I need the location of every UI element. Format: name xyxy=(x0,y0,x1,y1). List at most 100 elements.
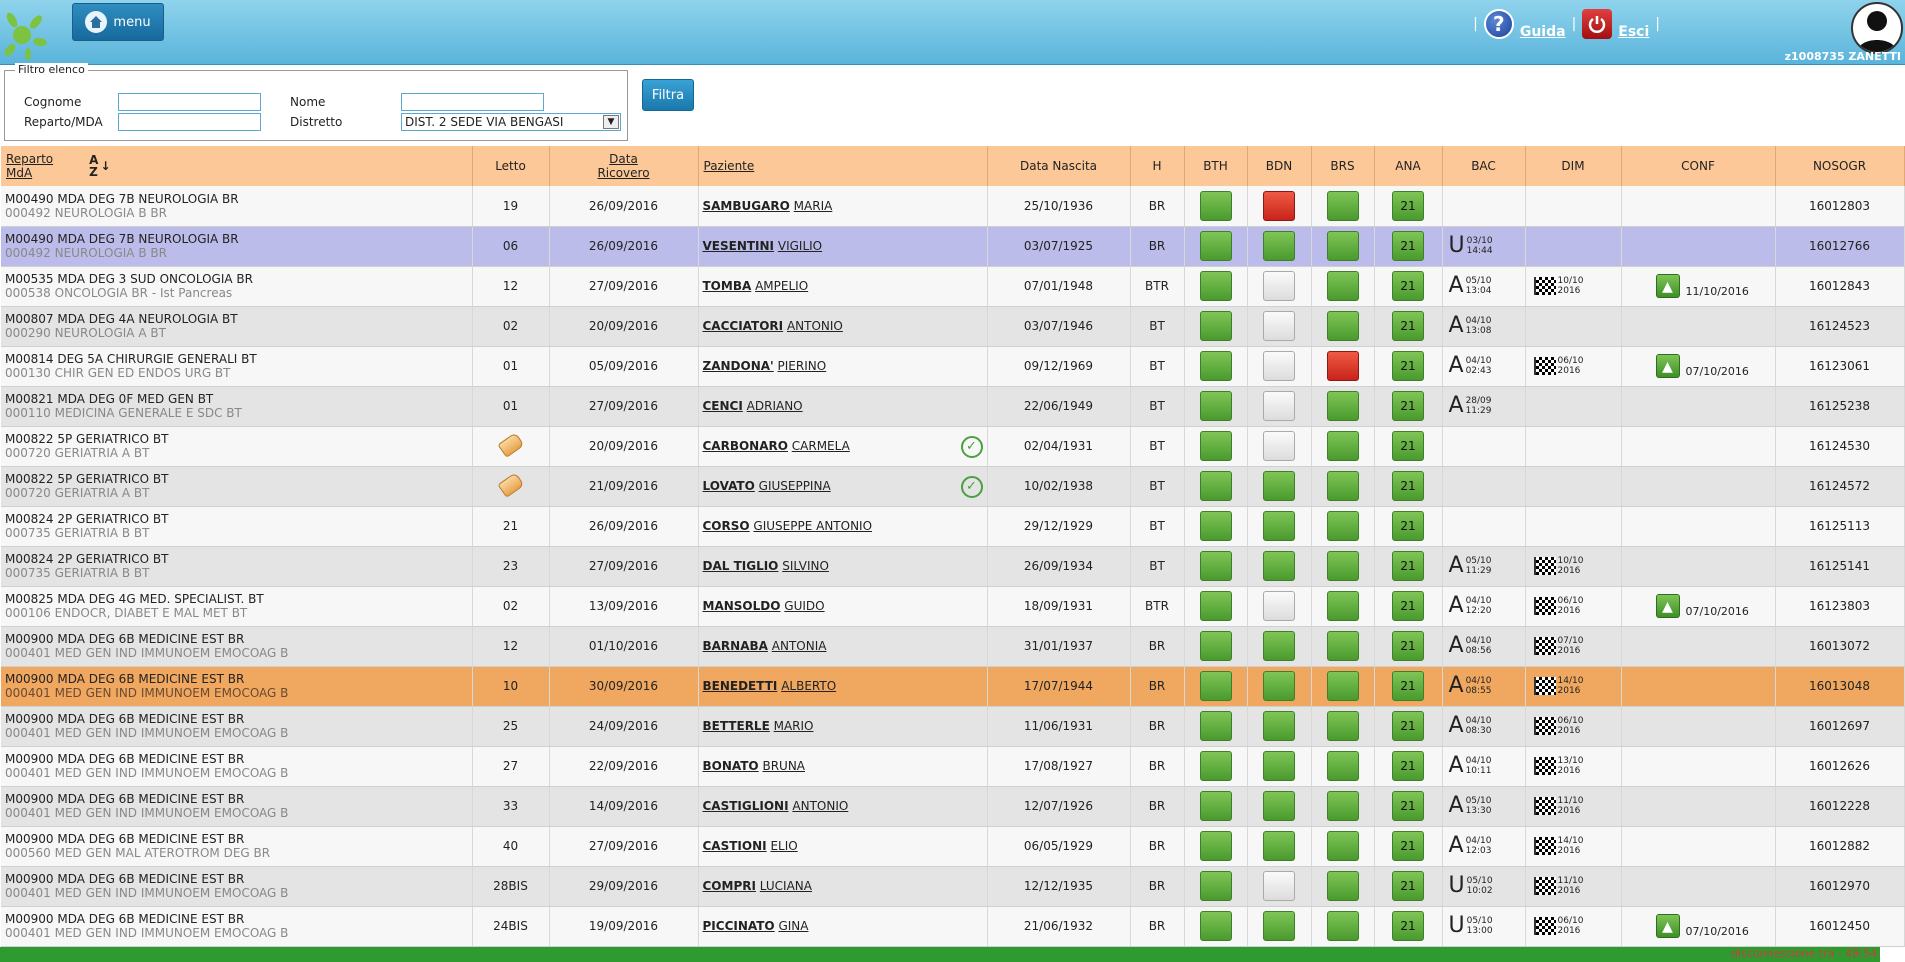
bdn-status-icon[interactable] xyxy=(1263,231,1295,261)
patient-surname-link[interactable]: CASTIONI xyxy=(703,839,767,853)
thumbs-up-icon[interactable]: ▲ xyxy=(1655,594,1680,618)
patient-surname-link[interactable]: CASTIGLIONI xyxy=(703,799,789,813)
brs-status-icon[interactable] xyxy=(1326,311,1359,341)
table-row[interactable]: M00824 2P GERIATRICO BT 000735 GERIATRIA… xyxy=(1,546,1905,587)
brs-status-icon[interactable] xyxy=(1326,591,1359,621)
table-row[interactable]: M00900 MDA DEG 6B MEDICINE EST BR 000401… xyxy=(1,786,1905,827)
patient-name-link[interactable]: BRUNA xyxy=(762,759,805,773)
paziente-cell[interactable]: PICCINATO GINA xyxy=(698,906,988,947)
table-row[interactable]: M00822 5P GERIATRICO BT 000720 GERIATRIA… xyxy=(1,426,1905,467)
bth-status-icon[interactable] xyxy=(1199,511,1232,541)
paziente-cell[interactable]: TOMBA AMPELIO xyxy=(698,266,988,307)
col-data-ricovero[interactable]: Data Ricovero xyxy=(549,146,699,186)
patient-surname-link[interactable]: CORSO xyxy=(703,519,750,533)
table-row[interactable]: M00814 DEG 5A CHIRURGIE GENERALI BT 0001… xyxy=(1,346,1905,387)
table-row[interactable]: M00822 5P GERIATRICO BT 000720 GERIATRIA… xyxy=(1,466,1905,507)
col-paziente[interactable]: Paziente xyxy=(698,146,988,186)
ana-badge[interactable]: 21 xyxy=(1392,671,1424,701)
bth-status-icon[interactable] xyxy=(1199,831,1232,861)
paziente-cell[interactable]: BETTERLE MARIO xyxy=(698,706,988,747)
paziente-cell[interactable]: DAL TIGLIO SILVINO xyxy=(698,546,988,587)
table-row[interactable]: M00900 MDA DEG 6B MEDICINE EST BR 000401… xyxy=(1,666,1905,707)
reparto-input[interactable] xyxy=(118,113,261,131)
table-row[interactable]: M00900 MDA DEG 6B MEDICINE EST BR 000560… xyxy=(1,826,1905,867)
paziente-cell[interactable]: BARNABA ANTONIA xyxy=(698,626,988,667)
patient-name-link[interactable]: GUIDO xyxy=(784,599,824,613)
patient-name-link[interactable]: AMPELIO xyxy=(755,279,808,293)
table-row[interactable]: M00900 MDA DEG 6B MEDICINE EST BR 000401… xyxy=(1,906,1905,947)
ana-badge[interactable]: 21 xyxy=(1392,231,1424,261)
table-row[interactable]: M00807 MDA DEG 4A NEUROLOGIA BT 000290 N… xyxy=(1,306,1905,347)
patient-surname-link[interactable]: ZANDONA' xyxy=(703,359,774,373)
brs-status-icon[interactable] xyxy=(1326,831,1359,861)
patient-name-link[interactable]: MARIO xyxy=(774,719,814,733)
brs-status-icon[interactable] xyxy=(1326,391,1359,421)
brs-status-icon[interactable] xyxy=(1326,511,1359,541)
ana-badge[interactable]: 21 xyxy=(1392,431,1424,461)
bth-status-icon[interactable] xyxy=(1199,791,1232,821)
bth-status-icon[interactable] xyxy=(1199,431,1232,461)
bdn-status-icon[interactable] xyxy=(1263,431,1295,461)
thumbs-up-icon[interactable]: ▲ xyxy=(1655,274,1680,298)
paziente-cell[interactable]: CORSO GIUSEPPE ANTONIO xyxy=(698,506,988,547)
patient-name-link[interactable]: ALBERTO xyxy=(781,679,836,693)
patient-surname-link[interactable]: BARNABA xyxy=(703,639,768,653)
patient-name-link[interactable]: ANTONIA xyxy=(772,639,827,653)
ana-badge[interactable]: 21 xyxy=(1392,591,1424,621)
bdn-status-icon[interactable] xyxy=(1263,471,1295,501)
bth-status-icon[interactable] xyxy=(1199,751,1232,781)
ana-badge[interactable]: 21 xyxy=(1392,551,1424,581)
thumbs-up-icon[interactable]: ▲ xyxy=(1655,354,1680,378)
ana-badge[interactable]: 21 xyxy=(1392,911,1424,941)
bdn-status-icon[interactable] xyxy=(1263,311,1295,341)
bdn-status-icon[interactable] xyxy=(1263,631,1295,661)
paziente-cell[interactable]: ZANDONA' PIERINO xyxy=(698,346,988,387)
bdn-status-icon[interactable] xyxy=(1263,871,1295,901)
patient-name-link[interactable]: VIGILIO xyxy=(778,239,822,253)
table-row[interactable]: M00490 MDA DEG 7B NEUROLOGIA BR 000492 N… xyxy=(1,226,1905,267)
brs-status-icon[interactable] xyxy=(1326,551,1359,581)
brs-status-icon[interactable] xyxy=(1326,431,1359,461)
paziente-cell[interactable]: SAMBUGARO MARIA xyxy=(698,186,988,227)
brs-status-icon[interactable] xyxy=(1326,671,1359,701)
table-row[interactable]: M00825 MDA DEG 4G MED. SPECIALIST. BT 00… xyxy=(1,586,1905,627)
ana-badge[interactable]: 21 xyxy=(1392,311,1424,341)
patient-surname-link[interactable]: CENCI xyxy=(703,399,743,413)
bth-status-icon[interactable] xyxy=(1199,671,1232,701)
bdn-status-icon[interactable] xyxy=(1263,551,1295,581)
bdn-status-icon[interactable] xyxy=(1263,351,1295,381)
ana-badge[interactable]: 21 xyxy=(1392,391,1424,421)
bth-status-icon[interactable] xyxy=(1199,591,1232,621)
patient-surname-link[interactable]: TOMBA xyxy=(703,279,752,293)
patient-name-link[interactable]: CARMELA xyxy=(792,439,850,453)
ana-badge[interactable]: 21 xyxy=(1392,271,1424,301)
bth-status-icon[interactable] xyxy=(1199,311,1232,341)
table-row[interactable]: M00900 MDA DEG 6B MEDICINE EST BR 000401… xyxy=(1,706,1905,747)
nome-input[interactable] xyxy=(401,93,544,111)
patient-name-link[interactable]: GIUSEPPINA xyxy=(759,479,831,493)
patient-surname-link[interactable]: PICCINATO xyxy=(703,919,775,933)
patient-name-link[interactable]: LUCIANA xyxy=(760,879,812,893)
patient-surname-link[interactable]: LOVATO xyxy=(703,479,755,493)
cognome-input[interactable] xyxy=(118,93,261,111)
paziente-cell[interactable]: LOVATO GIUSEPPINA ✓ xyxy=(698,466,988,507)
paziente-cell[interactable]: MANSOLDO GUIDO xyxy=(698,586,988,627)
bth-status-icon[interactable] xyxy=(1199,471,1232,501)
ana-badge[interactable]: 21 xyxy=(1392,871,1424,901)
patient-surname-link[interactable]: COMPRI xyxy=(703,879,756,893)
patient-surname-link[interactable]: CACCIATORI xyxy=(703,319,784,333)
bdn-status-icon[interactable] xyxy=(1263,190,1295,221)
bth-status-icon[interactable] xyxy=(1199,231,1232,261)
col-paziente-label[interactable]: Paziente xyxy=(704,159,755,173)
ana-badge[interactable]: 21 xyxy=(1392,351,1424,381)
table-row[interactable]: M00535 MDA DEG 3 SUD ONCOLOGIA BR 000538… xyxy=(1,266,1905,307)
brs-status-icon[interactable] xyxy=(1326,631,1359,661)
bdn-status-icon[interactable] xyxy=(1263,791,1295,821)
col-reparto-label[interactable]: Reparto xyxy=(6,152,53,166)
patient-name-link[interactable]: SILVINO xyxy=(782,559,829,573)
bth-status-icon[interactable] xyxy=(1199,351,1232,381)
bdn-status-icon[interactable] xyxy=(1263,591,1295,621)
table-row[interactable]: M00821 MDA DEG 0F MED GEN BT 000110 MEDI… xyxy=(1,386,1905,427)
filtra-button[interactable]: Filtra xyxy=(642,79,694,111)
brs-status-icon[interactable] xyxy=(1326,791,1359,821)
